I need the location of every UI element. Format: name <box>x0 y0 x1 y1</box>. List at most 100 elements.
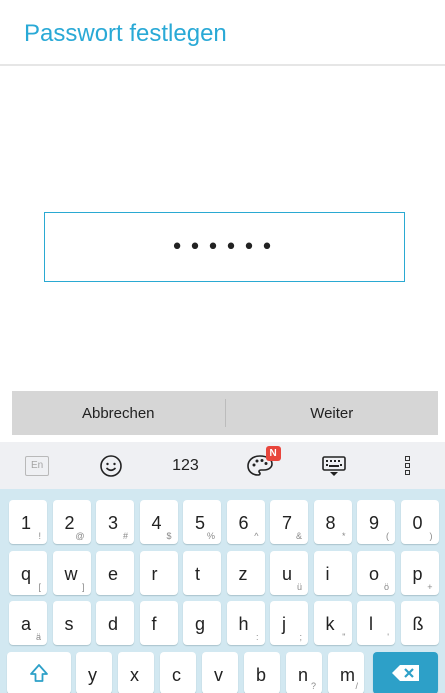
key-z[interactable]: z <box>226 551 265 595</box>
cancel-button[interactable]: Abbrechen <box>12 391 225 435</box>
language-badge: En <box>25 455 50 476</box>
key-secondary-label: * <box>341 531 346 541</box>
key-label: a <box>21 614 32 634</box>
key-8[interactable]: 8 * <box>313 500 352 544</box>
key-secondary-label: ' <box>387 632 389 642</box>
key-label: m <box>340 665 355 685</box>
key-secondary-label: + <box>427 582 433 592</box>
notification-badge: N <box>265 445 281 461</box>
key-secondary-label: ? <box>310 681 316 691</box>
key-t[interactable]: t <box>183 551 221 595</box>
key-label: l <box>369 614 373 634</box>
theme-button[interactable]: N <box>223 442 297 489</box>
key-label: 3 <box>108 513 119 533</box>
next-button[interactable]: Weiter <box>226 391 439 435</box>
key-e[interactable]: e <box>96 551 134 595</box>
language-switch-button[interactable]: En <box>0 442 74 489</box>
dialog-button-bar: Abbrechen Weiter <box>12 391 438 435</box>
key-label: d <box>108 614 119 634</box>
shift-key[interactable] <box>7 652 71 693</box>
dialog-title: Passwort festlegen <box>0 0 445 66</box>
key-a[interactable]: aä <box>9 601 47 645</box>
key-secondary-label: ; <box>299 632 302 642</box>
key-y[interactable]: y <box>76 652 112 693</box>
key-5[interactable]: 5% <box>183 500 221 544</box>
key-u[interactable]: uü <box>270 551 308 595</box>
key-2[interactable]: 2 @ <box>52 500 91 544</box>
key-secondary-label: ä <box>35 632 41 642</box>
shift-icon <box>30 664 48 682</box>
backspace-key[interactable] <box>373 652 438 693</box>
key-label: g <box>195 614 206 634</box>
key-label: 2 <box>64 513 75 533</box>
key-j[interactable]: j; <box>270 601 308 645</box>
key-secondary-label: ü <box>296 582 302 592</box>
key-secondary-label: & <box>295 531 302 541</box>
key-s[interactable]: s <box>52 601 91 645</box>
key-3[interactable]: 3 # <box>96 500 134 544</box>
key-g[interactable]: g <box>183 601 221 645</box>
key-label: i <box>325 564 330 584</box>
key-q[interactable]: q[ <box>9 551 47 595</box>
key-i[interactable]: i <box>313 551 352 595</box>
key-0[interactable]: 0) <box>400 500 439 544</box>
key-p[interactable]: p + <box>400 551 439 595</box>
key-m[interactable]: m / <box>328 652 364 693</box>
key-label: 9 <box>369 513 380 533</box>
key-f[interactable]: f <box>139 601 178 645</box>
key-label: 6 <box>238 513 249 533</box>
key-w[interactable]: w] <box>52 551 91 595</box>
key-v[interactable]: v <box>202 652 238 693</box>
key-label: c <box>172 665 181 685</box>
password-field[interactable]: •••••• <box>44 212 405 282</box>
key-k[interactable]: k " <box>313 601 352 645</box>
key-h[interactable]: h: <box>226 601 265 645</box>
key-label: 0 <box>412 513 423 533</box>
numbers-button[interactable]: 123 <box>148 442 222 489</box>
key-label: q <box>21 564 32 584</box>
key-7[interactable]: 7 & <box>270 500 308 544</box>
hide-keyboard-button[interactable] <box>297 442 371 489</box>
more-options-icon <box>405 456 411 475</box>
key-secondary-label: ^ <box>254 531 259 541</box>
key-n[interactable]: n? <box>286 652 322 693</box>
key-secondary-label: " <box>342 632 346 642</box>
key-1[interactable]: 1! <box>9 500 47 544</box>
key-secondary-label: % <box>206 531 215 541</box>
emoji-icon <box>100 454 123 477</box>
key-b[interactable]: b <box>244 652 280 693</box>
key-ß[interactable]: ß <box>400 601 439 645</box>
key-4[interactable]: 4 $ <box>139 500 178 544</box>
key-l[interactable]: l ' <box>357 601 395 645</box>
key-secondary-label: ! <box>38 531 41 541</box>
key-label: z <box>238 564 248 584</box>
key-9[interactable]: 9( <box>357 500 395 544</box>
key-secondary-label: @ <box>75 531 85 541</box>
key-d[interactable]: d <box>96 601 134 645</box>
key-label: x <box>130 665 139 685</box>
key-label: p <box>412 564 423 584</box>
key-x[interactable]: x <box>118 652 154 693</box>
numbers-label: 123 <box>172 456 199 474</box>
key-label: r <box>151 564 158 584</box>
emoji-button[interactable] <box>74 442 148 489</box>
key-r[interactable]: r <box>139 551 178 595</box>
keyboard-toolbar: En 123 N <box>0 442 445 489</box>
key-secondary-label: ( <box>386 531 389 541</box>
key-o[interactable]: oö <box>357 551 395 595</box>
key-label: n <box>298 665 309 685</box>
backspace-icon <box>391 665 419 681</box>
key-label: v <box>214 665 223 685</box>
keyboard-hide-icon <box>321 455 346 476</box>
key-secondary-label: : <box>255 632 259 642</box>
key-label: w <box>64 564 78 584</box>
more-options-button[interactable] <box>371 442 445 489</box>
keyboard: 1! 2 @3 #4 $5% 6 ^ 7 & 8 * 9(0) q[w] e r t z u ü i o ö p + a ä s d f… <box>0 489 445 693</box>
key-label: k <box>325 614 335 634</box>
key-secondary-label: ] <box>81 582 85 592</box>
key-c[interactable]: c <box>160 652 196 693</box>
key-secondary-label: / <box>355 681 358 691</box>
key-label: 5 <box>195 513 206 533</box>
key-label: y <box>88 665 97 685</box>
key-6[interactable]: 6 ^ <box>226 500 265 544</box>
